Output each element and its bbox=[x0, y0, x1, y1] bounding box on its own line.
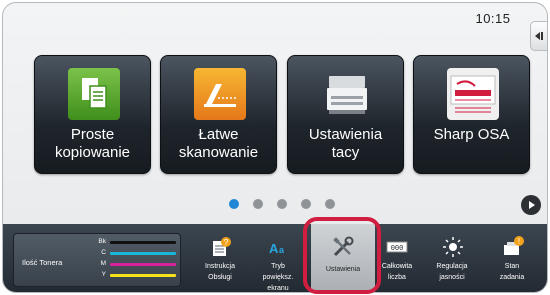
svg-text:a: a bbox=[279, 245, 285, 255]
toner-bar-black bbox=[110, 241, 176, 244]
tile-label: Ustawienia tacy bbox=[308, 126, 383, 161]
brightness-icon bbox=[442, 236, 464, 258]
tile-easy-scan[interactable]: Łatwe skanowanie bbox=[160, 55, 277, 174]
svg-text:?: ? bbox=[224, 238, 229, 247]
job-status-button[interactable]: ! Stan zadania bbox=[483, 224, 541, 292]
toner-level-panel[interactable]: Ilość Tonera Bk C M Y bbox=[13, 233, 181, 287]
clock: 10:15 bbox=[475, 11, 511, 26]
button-label: Tryb powiększ. ekranu bbox=[262, 263, 294, 292]
toner-bar-yellow bbox=[110, 274, 176, 277]
tile-simple-copy[interactable]: Proste kopiowanie bbox=[34, 55, 151, 174]
button-label: Stan zadania bbox=[499, 263, 525, 281]
bottom-toolbar: Ilość Tonera Bk C M Y ? Instrukcja Obsłu… bbox=[3, 224, 547, 292]
button-label: Instrukcja Obsługi bbox=[205, 263, 235, 281]
tile-sharp-osa[interactable]: Sharp OSA bbox=[413, 55, 530, 174]
tile-label: Sharp OSA bbox=[433, 126, 510, 143]
button-label: Całkowita liczba bbox=[381, 263, 413, 281]
page-dot[interactable] bbox=[253, 199, 263, 209]
play-icon bbox=[529, 201, 535, 209]
scan-icon bbox=[194, 68, 246, 120]
tools-icon bbox=[332, 236, 354, 258]
manual-icon: ? bbox=[210, 236, 232, 258]
svg-text:000: 000 bbox=[391, 245, 404, 253]
zoom-text-icon: A a bbox=[268, 236, 290, 258]
side-panel-tab[interactable] bbox=[530, 21, 547, 51]
settings-button[interactable]: Ustawienia bbox=[311, 224, 375, 292]
sharp-osa-icon bbox=[447, 68, 499, 120]
toner-channel-label: Bk bbox=[98, 238, 106, 245]
svg-text:A: A bbox=[269, 241, 279, 256]
page-dot[interactable] bbox=[325, 199, 335, 209]
arrow-left-icon bbox=[535, 32, 540, 40]
toner-bar-magenta bbox=[110, 263, 176, 266]
total-count-button[interactable]: 000 Całkowita liczba bbox=[375, 224, 419, 292]
toner-channel-label: C bbox=[101, 249, 106, 256]
brightness-button[interactable]: Regulacja jasności bbox=[423, 224, 481, 292]
tile-label: Proste kopiowanie bbox=[54, 126, 131, 161]
zoom-mode-button[interactable]: A a Tryb powiększ. ekranu bbox=[249, 224, 307, 292]
tile-label: Łatwe skanowanie bbox=[178, 126, 259, 161]
touch-panel: 10:15 Proste kopiowanie Łatwe skanowanie… bbox=[2, 2, 548, 293]
job-status-icon: ! bbox=[502, 236, 524, 258]
toner-bar-cyan bbox=[110, 252, 176, 255]
svg-text:!: ! bbox=[518, 237, 520, 246]
button-label: Regulacja jasności bbox=[436, 263, 468, 281]
button-label: Ustawienia bbox=[325, 266, 361, 273]
next-page-button[interactable] bbox=[521, 195, 541, 215]
tile-tray-settings[interactable]: Ustawienia tacy bbox=[287, 55, 404, 174]
tray-settings-icon bbox=[321, 68, 373, 120]
toner-channel-label: M bbox=[100, 260, 106, 267]
toner-channel-label: Y bbox=[101, 271, 106, 278]
page-dot-active[interactable] bbox=[229, 199, 239, 209]
page-dot[interactable] bbox=[277, 199, 287, 209]
manual-button[interactable]: ? Instrukcja Obsługi bbox=[191, 224, 249, 292]
counter-icon: 000 bbox=[386, 236, 408, 258]
bar-icon bbox=[541, 32, 543, 40]
home-tiles: Proste kopiowanie Łatwe skanowanie Ustaw… bbox=[34, 55, 534, 175]
page-dot[interactable] bbox=[301, 199, 311, 209]
copy-icon bbox=[68, 68, 120, 120]
toner-title: Ilość Tonera bbox=[22, 258, 63, 267]
